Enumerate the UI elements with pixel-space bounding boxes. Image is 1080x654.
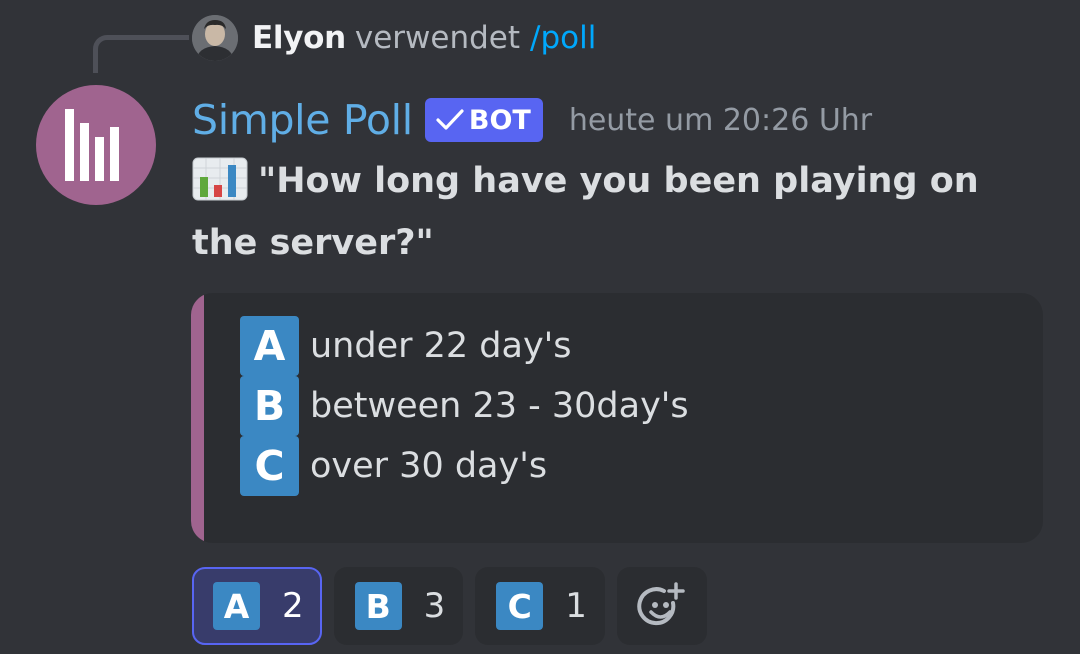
add-reaction-button[interactable] bbox=[616, 567, 707, 645]
letter-b-icon: B bbox=[354, 582, 402, 630]
letter-a-icon: A bbox=[240, 316, 299, 376]
poll-question-text: "How long have you been playing on the s… bbox=[192, 161, 979, 263]
reaction-bar: A 2 B 3 C 1 bbox=[192, 567, 707, 645]
reaction-a-button[interactable]: A 2 bbox=[192, 567, 322, 645]
letter-c-icon: C bbox=[240, 436, 299, 496]
command-reply-line[interactable]: Elyon verwendet /poll bbox=[192, 14, 596, 62]
reaction-count: 2 bbox=[282, 586, 304, 626]
letter-a-icon: A bbox=[213, 582, 260, 630]
message-header: Simple Poll BOT heute um 20:26 Uhr bbox=[192, 94, 872, 146]
reply-spine bbox=[93, 35, 189, 73]
reaction-count: 3 bbox=[423, 586, 446, 626]
poll-option-text: over 30 day's bbox=[310, 446, 548, 486]
bot-avatar[interactable] bbox=[36, 85, 156, 205]
reply-username[interactable]: Elyon bbox=[252, 20, 346, 56]
poll-question: "How long have you been playing on the s… bbox=[192, 150, 1012, 274]
slash-command[interactable]: /poll bbox=[530, 20, 596, 56]
poll-embed: A under 22 day's B between 23 - 30day's … bbox=[191, 293, 1043, 543]
add-reaction-icon bbox=[637, 582, 685, 626]
bar-chart-logo-icon bbox=[65, 109, 119, 181]
poll-option-a: A under 22 day's bbox=[240, 316, 572, 376]
user-avatar-icon[interactable] bbox=[192, 15, 238, 61]
poll-option-text: between 23 - 30day's bbox=[310, 386, 689, 426]
checkmark-icon bbox=[436, 109, 464, 130]
message-timestamp[interactable]: heute um 20:26 Uhr bbox=[569, 103, 872, 138]
bar-chart-emoji-icon bbox=[192, 157, 248, 201]
reaction-c-button[interactable]: C 1 bbox=[475, 567, 605, 645]
discord-message-view: Elyon verwendet /poll Simple Poll BOT he… bbox=[0, 0, 1080, 654]
poll-option-c: C over 30 day's bbox=[240, 436, 547, 496]
embed-accent-bar bbox=[191, 293, 204, 543]
poll-option-b: B between 23 - 30day's bbox=[240, 376, 689, 436]
bot-tag: BOT bbox=[424, 98, 543, 142]
reaction-count: 1 bbox=[565, 586, 587, 626]
reaction-b-button[interactable]: B 3 bbox=[333, 567, 464, 645]
reply-verb: verwendet bbox=[354, 20, 521, 56]
poll-option-text: under 22 day's bbox=[310, 326, 572, 366]
letter-b-icon: B bbox=[240, 376, 299, 436]
letter-c-icon: C bbox=[496, 582, 544, 630]
bot-tag-label: BOT bbox=[468, 104, 531, 136]
bot-username[interactable]: Simple Poll bbox=[192, 96, 413, 144]
